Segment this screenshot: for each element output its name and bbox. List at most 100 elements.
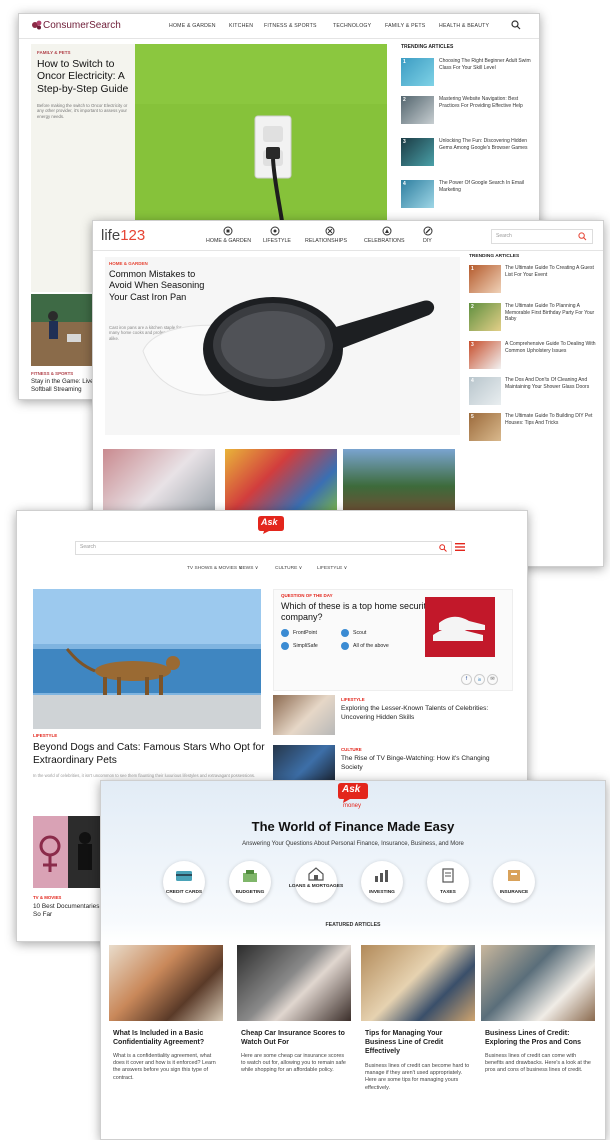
article-title-1[interactable]: What Is Included in a Basic Confidential… — [113, 1029, 223, 1047]
trending-num-1: 1 — [471, 266, 474, 272]
trending-link-3[interactable]: A Comprehensive Guide To Dealing With Co… — [505, 341, 597, 354]
article-image-4[interactable] — [481, 945, 595, 1021]
nav-celebrations[interactable]: CELEBRATIONS — [364, 238, 405, 244]
trending-link-4[interactable]: The Dos And Don'ts Of Cleaning And Maint… — [505, 377, 597, 390]
nav-culture[interactable]: CULTURE ∨ — [275, 566, 302, 571]
consumersearch-logo[interactable]: ConsumerSearch — [43, 20, 121, 31]
story-image-1[interactable] — [103, 449, 215, 511]
search-icon[interactable] — [439, 544, 447, 552]
story-2-category[interactable]: CULTURE — [341, 747, 362, 752]
cast-iron-pan-image[interactable] — [133, 271, 453, 421]
story-2-title[interactable]: The Rise of TV Binge-Watching: How it's … — [341, 755, 511, 772]
search-box[interactable]: Search — [75, 541, 452, 555]
quiz-option-2-radio[interactable] — [341, 629, 349, 637]
article-image-3[interactable] — [361, 945, 475, 1021]
quiz-option-3-radio[interactable] — [281, 642, 289, 650]
trending-num-5: 5 — [471, 414, 474, 420]
quiz-option-3[interactable]: SimpliSafe — [293, 643, 318, 649]
nav-lifestyle[interactable]: LIFESTYLE ∨ — [317, 566, 347, 571]
nav-technology[interactable]: TECHNOLOGY — [333, 23, 371, 29]
search-icon[interactable] — [578, 232, 587, 241]
consumersearch-logo-icon — [32, 20, 42, 30]
trending-link-4[interactable]: The Power Of Google Search In Email Mark… — [439, 180, 535, 193]
category-label-taxes[interactable]: TAXES — [415, 890, 481, 895]
bottom-story-category[interactable]: TV & MOVIES — [33, 895, 61, 900]
nav-family-pets[interactable]: FAMILY & PETS — [385, 23, 425, 29]
trending-link-1[interactable]: Choosing The Right Beginner Adult Swim C… — [439, 58, 535, 71]
hero-category[interactable]: HOME & GARDEN — [109, 261, 148, 266]
side-story-title[interactable]: Stay in the Game: Live Softball Streamin… — [31, 378, 99, 393]
nav-kitchen[interactable]: KITCHEN — [229, 23, 253, 29]
story-image-3[interactable] — [343, 449, 455, 511]
nav-fitness-sports[interactable]: FITNESS & SPORTS — [264, 23, 317, 29]
article-excerpt-2: Here are some cheap car insurance scores… — [241, 1053, 346, 1074]
story-1-category[interactable]: LIFESTYLE — [341, 697, 365, 702]
nav-tv-movies[interactable]: TV SHOWS & MOVIES ∨ — [187, 566, 242, 571]
hero-title[interactable]: How to Switch to Oncor Electricity: A St… — [37, 59, 133, 96]
page-headline: The World of Finance Made Easy — [251, 819, 455, 834]
nav-relationships[interactable]: RELATIONSHIPS — [305, 238, 347, 244]
quiz-image-sneakers[interactable] — [425, 597, 495, 657]
trending-link-2[interactable]: Mastering Website Navigation: Best Pract… — [439, 96, 535, 109]
article-title-3[interactable]: Tips for Managing Your Business Line of … — [365, 1029, 475, 1056]
article-title-2[interactable]: Cheap Car Insurance Scores to Watch Out … — [241, 1029, 351, 1047]
quiz-option-4-radio[interactable] — [341, 642, 349, 650]
article-image-1[interactable] — [109, 945, 223, 1021]
share-linkedin-icon[interactable]: in — [474, 674, 485, 685]
nav-news[interactable]: NEWS ∨ — [239, 566, 258, 571]
search-placeholder: Search — [80, 544, 96, 550]
trending-link-2[interactable]: The Ultimate Guide To Planning A Memorab… — [505, 303, 597, 323]
lifestyle-icon — [270, 226, 280, 236]
nav-diy[interactable]: DIY — [423, 238, 432, 244]
trending-num-3: 3 — [471, 342, 474, 348]
hero-category[interactable]: LIFESTYLE — [33, 733, 57, 738]
diy-icon — [423, 226, 433, 236]
story-image-2[interactable] — [225, 449, 337, 511]
article-image-2[interactable] — [237, 945, 351, 1021]
life123-logo-number: 123 — [120, 227, 146, 244]
category-label-loans-mortgages[interactable]: LOANS & MORTGAGES — [283, 884, 349, 890]
nav-home-garden[interactable]: HOME & GARDEN — [169, 23, 216, 29]
share-email-icon[interactable]: ✉ — [487, 674, 498, 685]
search-icon[interactable] — [511, 20, 521, 30]
trending-title: TRENDING ARTICLES — [469, 254, 520, 259]
bottom-story-image[interactable] — [33, 816, 103, 888]
budget-icon — [243, 870, 257, 882]
category-label-investing[interactable]: INVESTING — [349, 890, 415, 895]
credit-card-icon — [176, 871, 192, 881]
menu-icon[interactable] — [455, 543, 465, 551]
story-1-title[interactable]: Exploring the Lesser-Known Talents of Ce… — [341, 705, 511, 722]
category-label-credit-cards[interactable]: CREDIT CARDS — [151, 890, 217, 895]
category-label-insurance[interactable]: INSURANCE — [481, 890, 547, 895]
category-label-budgeting[interactable]: BUDGETING — [217, 890, 283, 895]
trending-num-4: 4 — [403, 181, 406, 187]
hero-title[interactable]: Beyond Dogs and Cats: Famous Stars Who O… — [33, 741, 273, 767]
insurance-icon — [508, 870, 520, 881]
trending-link-5[interactable]: The Ultimate Guide To Building DIY Pet H… — [505, 413, 597, 426]
nav-health-beauty[interactable]: HEALTH & BEAUTY — [439, 23, 489, 29]
trending-link-3[interactable]: Unlocking The Fun: Discovering Hidden Ge… — [439, 138, 535, 151]
ask-money-logo-sub: money — [343, 803, 362, 809]
nav-lifestyle[interactable]: LIFESTYLE — [263, 238, 291, 244]
story-image-2[interactable] — [273, 745, 335, 783]
quiz-option-1-radio[interactable] — [281, 629, 289, 637]
hero-excerpt: In the world of celebrities, it isn't un… — [33, 773, 256, 778]
trending-num-1: 1 — [403, 59, 406, 65]
quiz-option-4[interactable]: All of the above — [353, 643, 389, 649]
hero-excerpt: Before making the switch to Oncor Electr… — [37, 103, 128, 119]
hero-category[interactable]: FAMILY & PETS — [37, 50, 71, 55]
hero-image-cat[interactable] — [33, 589, 261, 729]
search-box[interactable]: Search — [491, 229, 593, 244]
story-image-1[interactable] — [273, 695, 335, 735]
softball-image[interactable] — [31, 294, 93, 366]
quiz-option-2[interactable]: Scout — [353, 630, 366, 636]
side-story-category[interactable]: FITNESS & SPORTS — [31, 371, 73, 376]
article-title-4[interactable]: Business Lines of Credit: Exploring the … — [485, 1029, 595, 1047]
bottom-story-title[interactable]: 10 Best Documentaries — So Far — [33, 903, 109, 919]
quiz-option-1[interactable]: FrontPoint — [293, 630, 317, 636]
nav-home-garden[interactable]: HOME & GARDEN — [206, 238, 251, 244]
askmoney-screenshot: Ask money The World of Finance Made Easy… — [100, 780, 606, 1140]
trending-link-1[interactable]: The Ultimate Guide To Creating A Guest L… — [505, 265, 597, 278]
life123-logo[interactable]: life123 — [101, 227, 145, 244]
share-facebook-icon[interactable]: f — [461, 674, 472, 685]
